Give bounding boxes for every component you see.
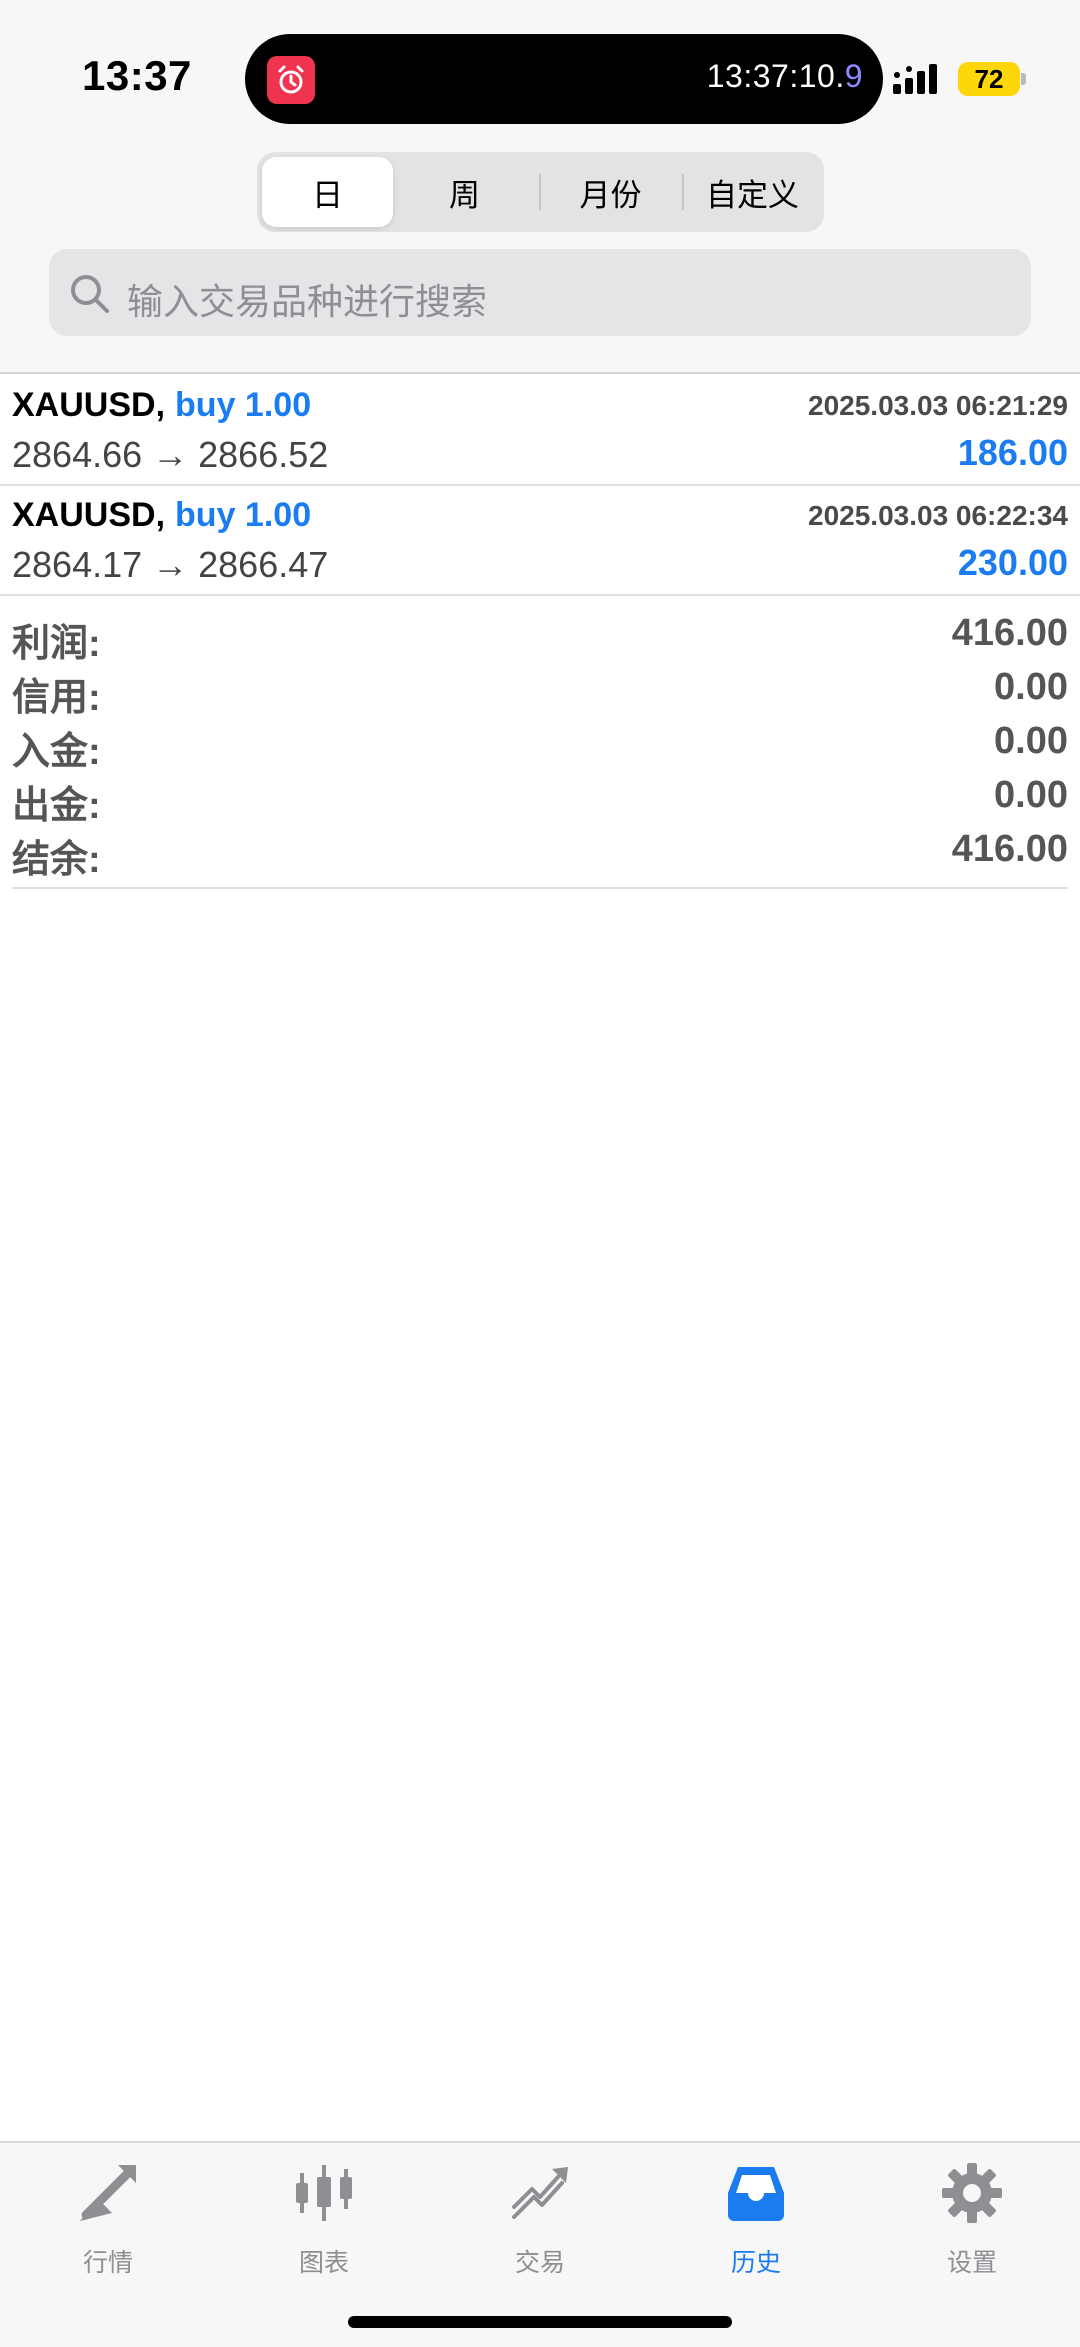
tab-label: 交易 bbox=[514, 2249, 565, 2277]
tab-label: 行情 bbox=[82, 2249, 133, 2277]
tab-label: 历史 bbox=[730, 2249, 781, 2277]
battery-cap bbox=[1021, 73, 1026, 85]
summary-label: 信用: bbox=[12, 677, 101, 719]
period-segmented-control: 日 周 月份 自定义 bbox=[257, 152, 824, 232]
summary-label: 出金: bbox=[12, 785, 101, 827]
segment-divider bbox=[539, 174, 541, 210]
history-inbox-icon bbox=[726, 2163, 786, 2223]
bottom-tab-bar: 行情 图表 交易 历史 设置 bbox=[0, 2141, 1080, 2347]
tab-settings[interactable]: 设置 bbox=[864, 2157, 1080, 2277]
tab-month[interactable]: 月份 bbox=[543, 157, 678, 227]
trade-profit: 186.00 bbox=[957, 432, 1068, 473]
trade-symbol-line: XAUUSD, buy 1.00 bbox=[12, 496, 311, 535]
summary-label: 利润: bbox=[12, 623, 101, 665]
trade-prices: 2864.17 → 2866.47 bbox=[12, 544, 329, 585]
trade-action: buy 1.00 bbox=[175, 496, 312, 534]
tab-week[interactable]: 周 bbox=[397, 157, 532, 227]
alarm-clock-icon bbox=[267, 56, 315, 104]
segment-divider bbox=[682, 174, 684, 210]
summary-label: 入金: bbox=[12, 731, 101, 773]
trade-trend-icon bbox=[510, 2163, 570, 2223]
summary-row-deposit: 入金: 0.00 bbox=[12, 720, 1068, 774]
tab-history[interactable]: 历史 bbox=[648, 2157, 864, 2277]
summary-row-withdrawal: 出金: 0.00 bbox=[12, 774, 1068, 828]
gear-icon bbox=[942, 2163, 1002, 2223]
trade-time: 2025.03.03 06:21:29 bbox=[808, 390, 1068, 421]
summary-value: 0.00 bbox=[994, 720, 1068, 762]
summary-value: 416.00 bbox=[951, 828, 1068, 870]
island-timer-last-digit: 9 bbox=[844, 58, 863, 94]
tab-custom[interactable]: 自定义 bbox=[686, 157, 819, 227]
trade-row[interactable]: XAUUSD, buy 1.00 2025.03.03 06:21:29 2864… bbox=[0, 376, 1080, 486]
candlestick-chart-icon bbox=[294, 2163, 354, 2223]
cellular-signal-icon bbox=[893, 62, 945, 96]
trade-symbol: XAUUSD, bbox=[12, 496, 166, 534]
summary-row-balance: 结余: 416.00 bbox=[12, 828, 1068, 882]
quotes-arrows-icon bbox=[78, 2163, 138, 2223]
summary-row-credit: 信用: 0.00 bbox=[12, 666, 1068, 720]
island-timer: 13:37:10.9 bbox=[707, 58, 863, 95]
trade-action: buy 1.00 bbox=[175, 386, 312, 424]
tab-label: 设置 bbox=[946, 2249, 997, 2277]
tab-label: 图表 bbox=[298, 2249, 349, 2277]
summary-label: 结余: bbox=[12, 839, 101, 881]
battery-level: 72 bbox=[958, 62, 1020, 96]
account-summary: 利润: 416.00 信用: 0.00 入金: 0.00 出金: 0.00 结余… bbox=[12, 606, 1068, 889]
trade-profit: 230.00 bbox=[957, 542, 1068, 583]
battery-icon: 72 bbox=[958, 62, 1026, 96]
tab-day[interactable]: 日 bbox=[262, 157, 393, 227]
trade-row[interactable]: XAUUSD, buy 1.00 2025.03.03 06:22:34 2864… bbox=[0, 486, 1080, 596]
header-area: 13:37 13:37:10.9 72 日 周 月份 自定义 输入交易品种进行搜… bbox=[0, 0, 1080, 374]
summary-value: 416.00 bbox=[951, 612, 1068, 654]
summary-value: 0.00 bbox=[994, 666, 1068, 708]
summary-row-profit: 利润: 416.00 bbox=[12, 612, 1068, 666]
trade-time: 2025.03.03 06:22:34 bbox=[808, 500, 1068, 531]
search-icon bbox=[67, 271, 113, 317]
tab-trade[interactable]: 交易 bbox=[432, 2157, 648, 2277]
home-indicator[interactable] bbox=[348, 2316, 732, 2328]
trade-prices: 2864.66 → 2866.52 bbox=[12, 434, 329, 475]
island-timer-main: 13:37:10. bbox=[706, 58, 845, 94]
dynamic-island[interactable]: 13:37:10.9 bbox=[245, 34, 883, 124]
status-time: 13:37 bbox=[82, 52, 192, 99]
search-input[interactable]: 输入交易品种进行搜索 bbox=[49, 249, 1031, 336]
trade-symbol-line: XAUUSD, buy 1.00 bbox=[12, 386, 311, 425]
trade-symbol: XAUUSD, bbox=[12, 386, 166, 424]
tab-quotes[interactable]: 行情 bbox=[0, 2157, 216, 2277]
summary-value: 0.00 bbox=[994, 774, 1068, 816]
tab-charts[interactable]: 图表 bbox=[216, 2157, 432, 2277]
search-placeholder: 输入交易品种进行搜索 bbox=[127, 281, 488, 322]
